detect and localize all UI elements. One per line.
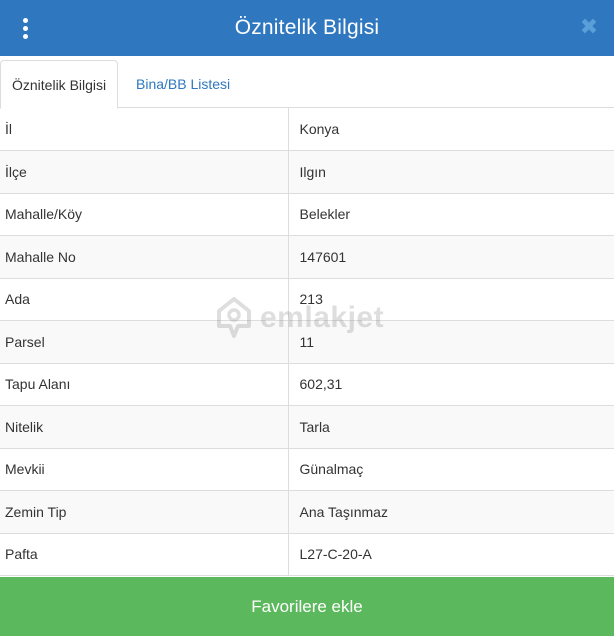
table-row: Pafta L27-C-20-A <box>0 533 614 576</box>
attribute-value: 147601 <box>288 235 614 279</box>
attribute-key: Mahalle No <box>0 235 289 279</box>
attribute-value: Konya <box>288 108 614 151</box>
dialog-title: Öznitelik Bilgisi <box>234 16 380 39</box>
table-row: Nitelik Tarla <box>0 405 614 449</box>
attribute-value: L27-C-20-A <box>288 533 614 576</box>
attribute-key: İlçe <box>0 150 289 194</box>
attribute-value: Tarla <box>288 405 614 449</box>
tab-bina-bb-listesi[interactable]: Bina/BB Listesi <box>125 60 241 109</box>
tab-oznitelik-bilgisi[interactable]: Öznitelik Bilgisi <box>0 60 119 109</box>
table-row: İlçe Ilgın <box>0 150 614 194</box>
attribute-key: Mevkii <box>0 448 289 491</box>
attribute-key: Pafta <box>0 533 289 576</box>
attribute-key: Ada <box>0 278 289 321</box>
table-row: İl Konya <box>0 108 614 151</box>
table-row: Mahalle No 147601 <box>0 235 614 279</box>
attribute-value: Ana Taşınmaz <box>288 490 614 534</box>
attribute-value: 602,31 <box>288 363 614 406</box>
attribute-key: Mahalle/Köy <box>0 193 289 236</box>
attribute-value: 11 <box>288 320 614 364</box>
table-row: Ada 213 <box>0 278 614 321</box>
add-to-favorites-button[interactable]: Favorilere ekle <box>0 577 614 636</box>
attribute-key: Zemin Tip <box>0 490 289 534</box>
table-row: Mahalle/Köy Belekler <box>0 193 614 236</box>
vertical-dots-icon[interactable] <box>14 12 36 44</box>
attribute-value: Ilgın <box>288 150 614 194</box>
table-row: Mevkii Günalmaç <box>0 448 614 491</box>
attribute-key: Parsel <box>0 320 289 364</box>
table-row: Parsel 11 <box>0 320 614 364</box>
dialog-header: Öznitelik Bilgisi ✖ <box>0 0 614 56</box>
attribute-key: Nitelik <box>0 405 289 449</box>
attribute-table: İl Konya İlçe Ilgın Mahalle/Köy Belekler Ma… <box>0 108 614 576</box>
attribute-value: Günalmaç <box>288 448 614 491</box>
close-icon[interactable]: ✖ <box>578 13 600 41</box>
tab-bar: Öznitelik Bilgisi Bina/BB Listesi <box>0 56 614 109</box>
attribute-key: İl <box>0 108 289 151</box>
attribute-value: Belekler <box>288 193 614 236</box>
table-row: Tapu Alanı 602,31 <box>0 363 614 406</box>
attribute-value: 213 <box>288 278 614 321</box>
attribute-key: Tapu Alanı <box>0 363 289 406</box>
table-row: Zemin Tip Ana Taşınmaz <box>0 490 614 534</box>
